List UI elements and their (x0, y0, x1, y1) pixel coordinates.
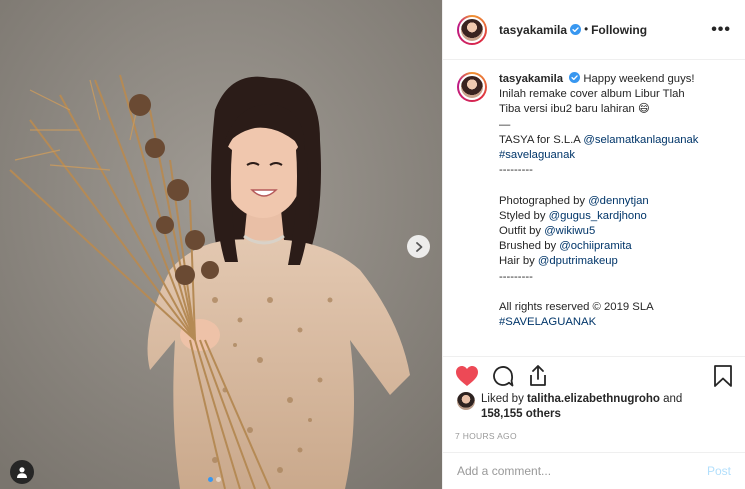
action-bar (443, 356, 745, 394)
carousel-dot-active (208, 477, 213, 482)
post-panel: tasyakamila • Following ••• tasyakamila … (442, 0, 745, 489)
liker-avatar[interactable] (457, 392, 475, 410)
header-separator: • (584, 23, 589, 36)
next-photo-button[interactable] (407, 235, 430, 258)
mention-link[interactable]: @dennytjan (588, 195, 648, 207)
user-tag-icon (17, 467, 27, 478)
mention-link[interactable]: @dputrimakeup (538, 255, 618, 267)
credit-label: Outfit by (499, 225, 545, 238)
post-header: tasyakamila • Following ••• (443, 0, 745, 60)
carousel-dot (216, 477, 221, 482)
post-button[interactable]: Post (707, 464, 731, 478)
mention-link[interactable]: @wikiwu5 (544, 225, 595, 237)
comment-input[interactable] (457, 464, 699, 478)
caption-dash: — (499, 118, 511, 131)
caption-section: tasyakamila Happy weekend guys! Inilah r… (443, 60, 745, 356)
save-button[interactable] (713, 364, 733, 388)
mention-link[interactable]: @gugus_kardjhono (549, 210, 647, 222)
likes-count[interactable]: 158,155 others (481, 408, 561, 420)
comment-button[interactable] (491, 364, 515, 388)
header-username[interactable]: tasyakamila (499, 23, 567, 37)
caption-avatar[interactable] (457, 72, 487, 102)
comment-icon (493, 365, 514, 386)
caption-username[interactable]: tasyakamila (499, 73, 563, 85)
credit-label: Hair by (499, 255, 538, 268)
caption-text: tasyakamila Happy weekend guys! Inilah r… (499, 72, 698, 330)
liker-username[interactable]: talitha.elizabethnugroho (527, 393, 660, 405)
bookmark-icon (714, 364, 732, 387)
more-options-button[interactable]: ••• (711, 21, 731, 37)
mention-link[interactable]: @selamatkanlaguanak (583, 134, 698, 146)
photo-illustration (0, 0, 442, 489)
comment-form: Post (443, 452, 745, 489)
carousel-indicator (208, 477, 221, 482)
credit-label: Photographed by (499, 194, 589, 207)
hashtag-link[interactable]: #SAVELAGUANAK (499, 316, 596, 328)
caption-line: Inilah remake cover album Libur Tlah (499, 88, 685, 101)
likes-summary: Liked by talitha.elizabethnugroho and 15… (457, 392, 735, 422)
likes-prefix: Liked by (481, 393, 528, 405)
credit-label: Brushed by (499, 240, 560, 253)
verified-badge-icon (569, 72, 581, 83)
hashtag-link[interactable]: #savelaguanak (499, 149, 575, 161)
caption-line: Tiba versi ibu2 baru lahiran 😄 (499, 103, 650, 116)
caption-first-line: Happy weekend guys! (583, 73, 695, 85)
credit-prefix: TASYA for S.L.A (499, 133, 584, 146)
following-button[interactable]: Following (591, 23, 647, 37)
likes-middle: and (659, 393, 683, 405)
caption-divider: --------- (499, 270, 533, 283)
caption-divider: --------- (499, 164, 533, 177)
avatar[interactable] (457, 14, 487, 45)
heart-icon (456, 365, 478, 386)
credit-label: Styled by (499, 209, 549, 222)
post-timestamp[interactable]: 7 HOURS AGO (455, 431, 517, 441)
share-icon (530, 364, 546, 386)
share-button[interactable] (527, 364, 549, 388)
post-photo[interactable] (0, 0, 442, 489)
user-tag-button[interactable] (10, 460, 34, 484)
chevron-right-icon (415, 241, 422, 252)
caption-rights: All rights reserved © 2019 SLA (499, 301, 654, 314)
mention-link[interactable]: @ochiipramita (559, 240, 631, 252)
verified-badge-icon (570, 24, 582, 35)
like-button[interactable] (455, 365, 479, 387)
